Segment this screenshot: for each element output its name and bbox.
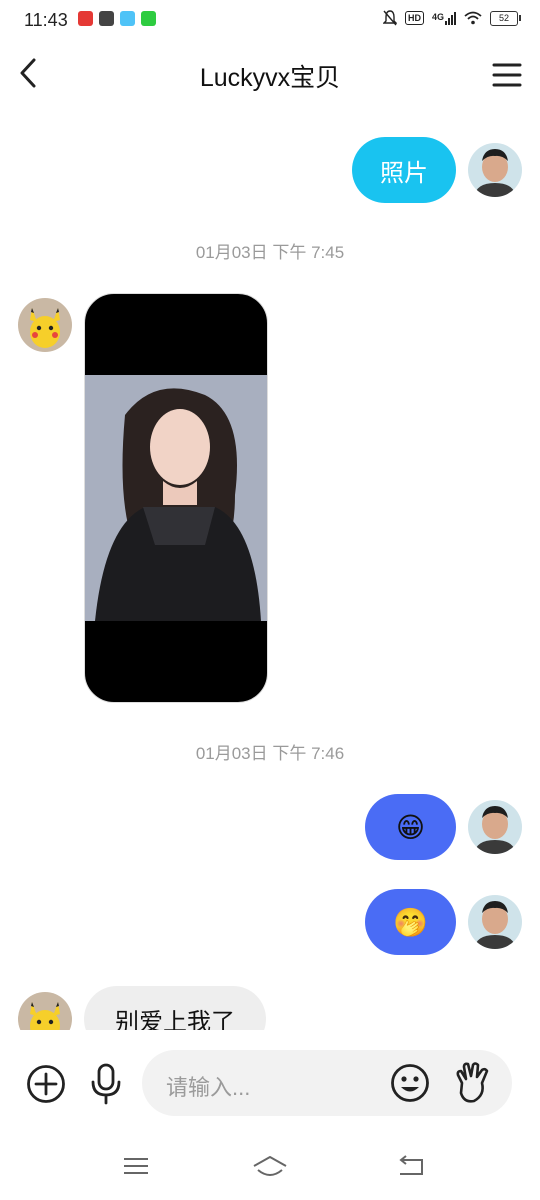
timestamp: 01月03日 下午 7:45: [195, 243, 345, 262]
recent-apps-icon[interactable]: [122, 1154, 150, 1178]
received-photo-message[interactable]: [84, 293, 268, 703]
menu-icon[interactable]: [492, 62, 522, 88]
status-indicators: HD 4G 52: [382, 10, 521, 26]
sent-emoji-bubble[interactable]: 🤭: [365, 889, 456, 955]
sent-message-bubble[interactable]: 照片: [352, 137, 456, 203]
microphone-icon[interactable]: [88, 1062, 124, 1106]
my-avatar[interactable]: [468, 895, 522, 949]
signal-icon: 4G: [432, 11, 456, 25]
message-input[interactable]: 请输入...: [142, 1050, 512, 1116]
status-bar: 11:43 HD 4G 52: [0, 0, 540, 42]
sent-emoji-bubble[interactable]: 😁: [365, 794, 456, 860]
grin-emoji: 😁: [395, 811, 426, 843]
hd-icon: HD: [404, 11, 424, 25]
wifi-icon: [464, 11, 482, 25]
maps-app-icon: [120, 11, 135, 26]
battery-icon: 52: [490, 10, 521, 26]
my-avatar[interactable]: [468, 143, 522, 197]
hand-over-mouth-emoji: 🤭: [393, 906, 428, 938]
system-nav-bar: [0, 1140, 540, 1200]
iqiyi-app-icon: [141, 11, 156, 26]
status-app-icons: [78, 11, 156, 26]
photo-image: [85, 375, 267, 621]
chat-title: Luckyvx宝贝: [199, 64, 341, 92]
my-avatar[interactable]: [468, 800, 522, 854]
hand-gesture-icon[interactable]: [452, 1061, 492, 1105]
timestamp: 01月03日 下午 7:46: [195, 744, 345, 763]
back-nav-icon[interactable]: [396, 1154, 426, 1178]
input-bar: 请输入...: [0, 1030, 540, 1140]
add-icon[interactable]: [26, 1064, 66, 1104]
emoji-icon[interactable]: [390, 1063, 430, 1103]
message-text: 照片: [380, 159, 428, 187]
mute-bell-icon: [382, 10, 397, 26]
home-icon[interactable]: [252, 1154, 288, 1180]
app-notification-icon: [78, 11, 93, 26]
input-placeholder: 请输入...: [166, 1075, 251, 1100]
status-time: 11:43: [24, 10, 68, 30]
contact-avatar[interactable]: [18, 298, 72, 352]
chat-header: Luckyvx宝贝: [0, 42, 540, 108]
video-app-icon: [99, 11, 114, 26]
